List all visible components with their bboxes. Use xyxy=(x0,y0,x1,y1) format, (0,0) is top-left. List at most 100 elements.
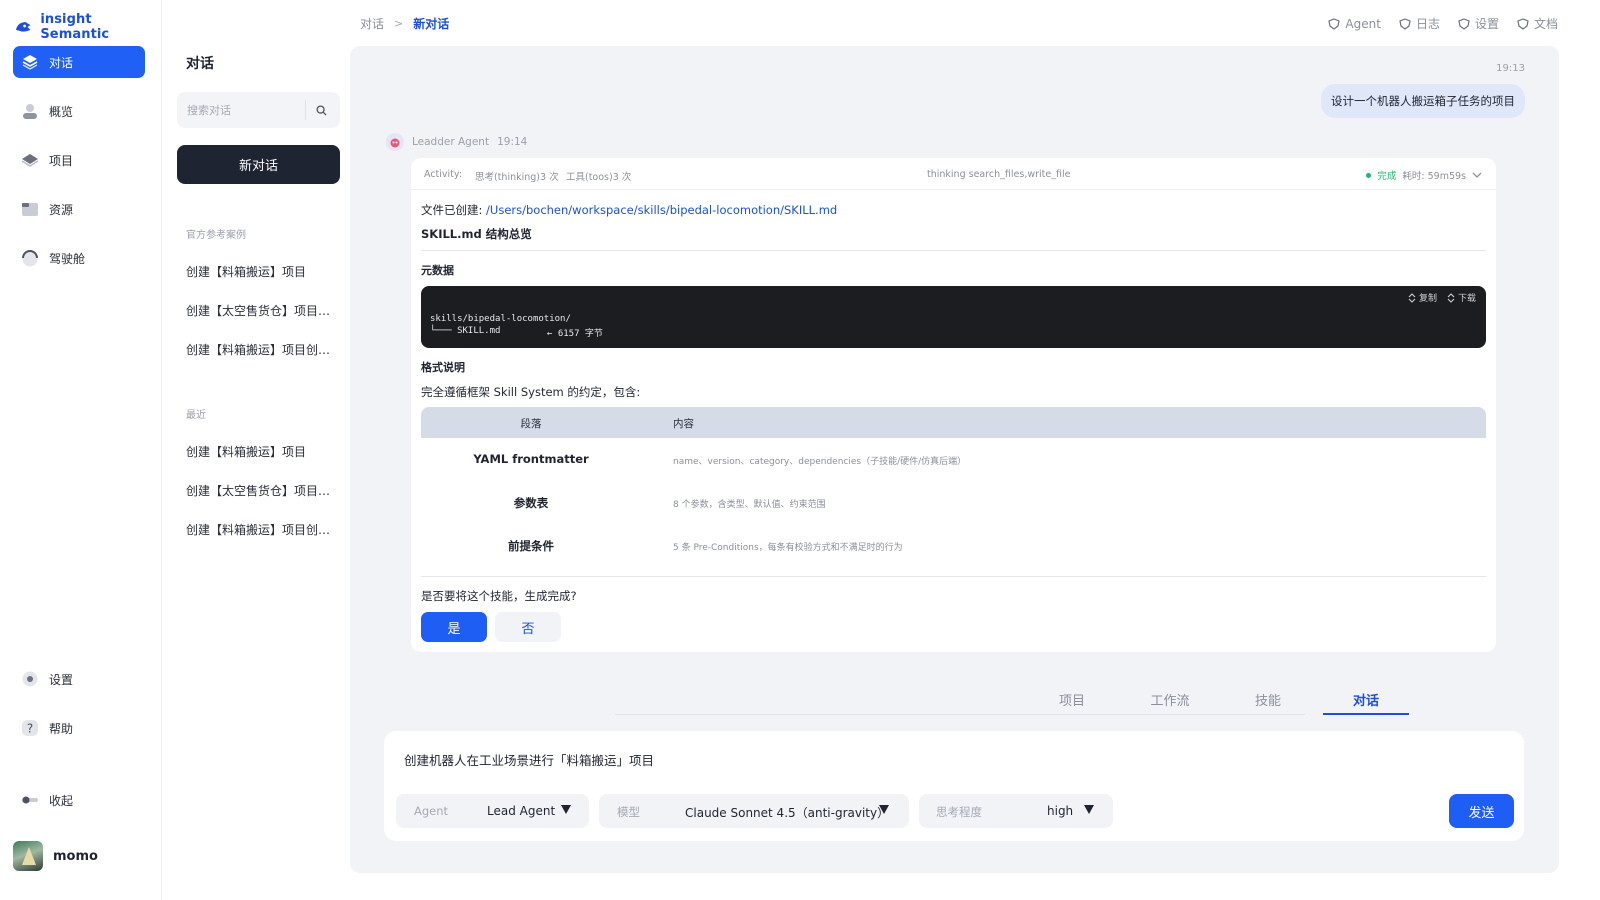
list-item[interactable]: 创建【太空售货仓】项目… xyxy=(186,482,336,499)
code-toolbar: 复制 下载 xyxy=(1408,291,1476,304)
activity-label: Activity: xyxy=(424,169,463,180)
chat-icon xyxy=(21,53,39,71)
table-header-cell: 段落 xyxy=(520,418,542,430)
file-created-line: 文件已创建: /Users/bochen/workspace/skills/bi… xyxy=(421,202,837,218)
table-row: 参数表 8 个参数，含类型、默认值、约束范围 xyxy=(421,481,1486,524)
shield-icon xyxy=(1458,17,1470,30)
chat-main-panel: 19:13 设计一个机器人搬运箱子任务的项目 Leadder Agent 19:… xyxy=(350,46,1559,873)
official-section-label: 官方参考案例 xyxy=(186,230,246,241)
user-profile[interactable]: momo xyxy=(13,841,98,871)
agent-avatar-icon xyxy=(386,133,404,151)
search-box xyxy=(177,92,340,128)
tab-workflow[interactable]: 工作流 xyxy=(1127,690,1213,715)
nav-item-help[interactable]: ? 帮助 xyxy=(13,712,145,744)
metadata-heading: 元数据 xyxy=(421,264,454,277)
code-line: └─── SKILL.md xyxy=(430,326,501,336)
sort-icon xyxy=(1447,292,1455,303)
nav-item-collapse[interactable]: 收起 xyxy=(13,784,145,816)
table-row: 前提条件 5 条 Pre-Conditions，每条有校验方式和不满足时的行为 xyxy=(421,524,1486,567)
svg-text:?: ? xyxy=(27,722,33,736)
table-cell: YAML frontmatter xyxy=(473,452,589,466)
sort-icon xyxy=(1408,292,1416,303)
topnav-docs[interactable]: 文档 xyxy=(1517,15,1558,32)
list-item[interactable]: 创建【料箱搬运】项目创… xyxy=(186,341,336,358)
tab-project[interactable]: 项目 xyxy=(1029,690,1115,715)
divider xyxy=(421,250,1486,251)
agent-select-label: Agent xyxy=(414,804,449,818)
code-block: 复制 下载 skills/bipedal-locomotion/ └─── SK… xyxy=(421,286,1486,348)
thinking-effort-select[interactable]: 思考程度 high xyxy=(919,794,1113,828)
help-icon: ? xyxy=(21,719,39,737)
divider xyxy=(421,576,1486,577)
nav-item-project[interactable]: 项目 xyxy=(13,144,145,176)
format-description: 完全遵循框架 Skill System 的约定，包含: xyxy=(421,385,641,399)
shield-icon xyxy=(1328,17,1341,30)
left-nav: insight Semantic 对话 概览 项目 资源 驾驶舱 设置 ? 帮助… xyxy=(0,0,162,900)
file-path-link[interactable]: /Users/bochen/workspace/skills/bipedal-l… xyxy=(486,203,837,217)
nav-item-label: 对话 xyxy=(49,55,74,70)
nav-item-label: 帮助 xyxy=(49,721,74,736)
topnav-label: 日志 xyxy=(1415,17,1440,31)
user-message-time: 19:13 xyxy=(1496,63,1525,74)
tab-chat[interactable]: 对话 xyxy=(1323,690,1409,715)
caret-down-icon xyxy=(879,805,889,814)
nav-item-label: 项目 xyxy=(49,153,74,168)
status-dot-icon xyxy=(1366,172,1372,178)
topnav-settings[interactable]: 设置 xyxy=(1458,15,1499,32)
breadcrumb: 对话 > 新对话 xyxy=(360,15,449,32)
status-text: 完成 xyxy=(1377,171,1397,182)
no-button[interactable]: 否 xyxy=(495,612,561,642)
topnav-label: 设置 xyxy=(1474,17,1499,31)
download-button[interactable]: 下载 xyxy=(1447,291,1476,304)
nav-item-dashboard[interactable]: 驾驶舱 xyxy=(13,242,145,274)
nav-item-overview[interactable]: 概览 xyxy=(13,95,145,127)
nav-item-label: 驾驶舱 xyxy=(49,251,86,266)
copy-button[interactable]: 复制 xyxy=(1408,291,1437,304)
mode-tabs: 项目 工作流 技能 对话 xyxy=(615,683,1409,715)
table-row: YAML frontmatter name、version、category、d… xyxy=(421,438,1486,481)
topnav-logs[interactable]: 日志 xyxy=(1399,15,1440,32)
list-item[interactable]: 创建【料箱搬运】项目创… xyxy=(186,521,336,538)
brand[interactable]: insight Semantic xyxy=(14,12,161,42)
list-item[interactable]: 创建【料箱搬运】项目 xyxy=(186,263,336,280)
search-icon[interactable] xyxy=(306,104,336,116)
message-input[interactable] xyxy=(404,746,1404,772)
activity-bar[interactable]: Activity: 思考(thinking)3 次 工具(toos)3 次 th… xyxy=(411,158,1496,190)
chevron-down-icon[interactable] xyxy=(1472,171,1482,179)
yes-button[interactable]: 是 xyxy=(421,612,487,642)
top-nav: Agent 日志 设置 文档 xyxy=(1328,15,1558,32)
file-created-label: 文件已创建: xyxy=(421,203,483,217)
structure-heading: SKILL.md 结构总览 xyxy=(421,227,532,241)
new-chat-button[interactable]: 新对话 xyxy=(177,145,340,184)
send-button[interactable]: 发送 xyxy=(1449,794,1514,828)
nav-item-label: 收起 xyxy=(49,793,74,808)
nav-item-label: 概览 xyxy=(49,104,74,119)
agent-time: 19:14 xyxy=(497,136,528,148)
download-label: 下载 xyxy=(1457,294,1476,304)
list-item[interactable]: 创建【料箱搬运】项目 xyxy=(186,443,336,460)
elapsed-time: 耗时: 59m59s xyxy=(1402,171,1466,182)
topnav-agent[interactable]: Agent xyxy=(1328,15,1381,32)
caret-down-icon xyxy=(561,805,571,814)
search-input[interactable] xyxy=(177,92,305,128)
collapse-icon xyxy=(21,791,39,809)
code-line-note: ← 6157 字节 xyxy=(547,329,603,339)
activity-thinking-count: 思考(thinking)3 次 xyxy=(475,172,559,183)
format-heading: 格式说明 xyxy=(421,361,465,374)
table-cell: 8 个参数，含类型、默认值、约束范围 xyxy=(673,500,826,510)
agent-select[interactable]: Agent Lead Agent xyxy=(396,794,589,828)
dashboard-icon xyxy=(21,249,39,267)
format-table: 段落 内容 YAML frontmatter name、version、cate… xyxy=(421,407,1486,567)
conversation-list-panel: 对话 新对话 官方参考案例 创建【料箱搬运】项目 创建【太空售货仓】项目… 创建… xyxy=(163,0,349,900)
effort-select-value: high xyxy=(1047,804,1074,818)
list-item[interactable]: 创建【太空售货仓】项目… xyxy=(186,302,336,319)
shield-icon xyxy=(1517,17,1529,30)
breadcrumb-root[interactable]: 对话 xyxy=(360,15,384,32)
gear-icon xyxy=(21,670,39,688)
nav-item-chat[interactable]: 对话 xyxy=(13,46,145,78)
recent-section-label: 最近 xyxy=(186,410,206,421)
nav-item-resources[interactable]: 资源 xyxy=(13,193,145,225)
tab-skills[interactable]: 技能 xyxy=(1225,690,1311,715)
nav-item-settings[interactable]: 设置 xyxy=(13,663,145,695)
model-select[interactable]: 模型 Claude Sonnet 4.5（anti-gravity） xyxy=(599,794,909,828)
